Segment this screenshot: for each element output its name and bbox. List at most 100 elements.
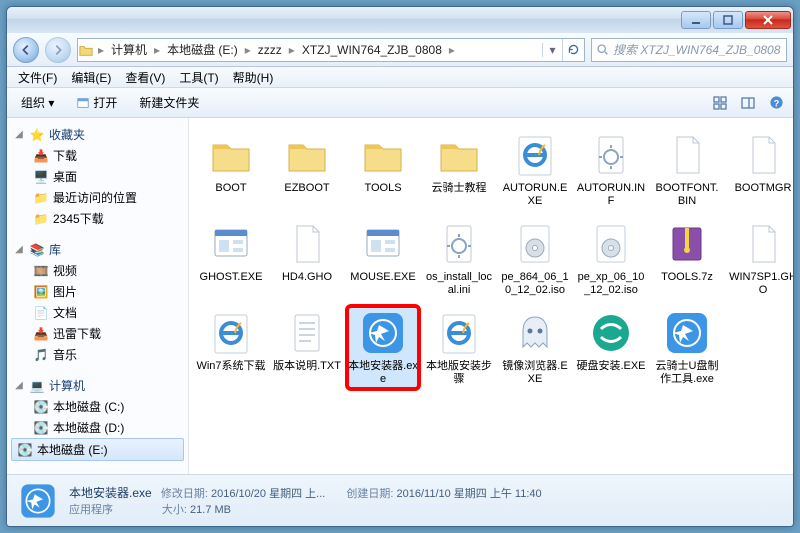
file-item[interactable]: WIN7SP1.GHO	[727, 217, 793, 300]
file-label: 本地版安装步骤	[424, 360, 494, 386]
crumb-drive[interactable]: 本地磁盘 (E:)	[164, 41, 241, 58]
file-label: os_install_local.ini	[424, 271, 494, 297]
file-item[interactable]: pe_864_06_10_12_02.iso	[499, 217, 571, 300]
sidebar-item-desktop[interactable]: 🖥️桌面	[11, 166, 184, 187]
refresh-button[interactable]	[562, 39, 584, 61]
sidebar-favorites[interactable]: ◢⭐收藏夹	[11, 124, 184, 145]
breadcrumb[interactable]: ▸ 计算机▸ 本地磁盘 (E:)▸ zzzz▸ XTZJ_WIN764_ZJB_…	[77, 38, 585, 62]
file-item[interactable]: 云骑士教程	[423, 128, 495, 211]
file-label: AUTORUN.INF	[576, 182, 646, 208]
sidebar-item-downloads[interactable]: 📥下载	[11, 145, 184, 166]
file-item[interactable]: TOOLS.7z	[651, 217, 723, 300]
organize-button[interactable]: 组织 ▾	[13, 91, 62, 114]
file-icon	[739, 131, 787, 179]
explorer-window: ▸ 计算机▸ 本地磁盘 (E:)▸ zzzz▸ XTZJ_WIN764_ZJB_…	[6, 6, 794, 527]
folder-icon	[283, 131, 331, 179]
crumb-computer[interactable]: 计算机	[108, 41, 150, 58]
file-label: pe_864_06_10_12_02.iso	[500, 271, 570, 297]
exe-teal-icon	[587, 309, 635, 357]
file-label: MOUSE.EXE	[350, 271, 415, 284]
sidebar-libraries[interactable]: ◢📚库	[11, 239, 184, 260]
sidebar-computer[interactable]: ◢💻计算机	[11, 375, 184, 396]
file-item[interactable]: MOUSE.EXE	[347, 217, 419, 300]
menu-file[interactable]: 文件(F)	[11, 67, 64, 88]
file-item[interactable]: TOOLS	[347, 128, 419, 211]
nav-back-button[interactable]	[13, 37, 39, 63]
sidebar-drive-e[interactable]: 💽本地磁盘 (E:)	[11, 438, 184, 461]
file-item[interactable]: AUTORUN.EXE	[499, 128, 571, 211]
file-label: TOOLS	[364, 182, 401, 195]
exe-knight-icon	[663, 309, 711, 357]
ini-icon	[435, 220, 483, 268]
file-item[interactable]: 版本说明.TXT	[271, 306, 343, 389]
file-item[interactable]: 镜像浏览器.EXE	[499, 306, 571, 389]
preview-pane-button[interactable]	[737, 92, 759, 114]
file-item[interactable]: 本地安装器.exe	[347, 306, 419, 389]
crumb-folder1[interactable]: zzzz	[255, 43, 285, 57]
file-item[interactable]: 云骑士U盘制作工具.exe	[651, 306, 723, 389]
txt-icon	[283, 309, 331, 357]
drive-icon: 💽	[17, 442, 33, 458]
file-label: 硬盘安装.EXE	[576, 360, 645, 373]
menu-help[interactable]: 帮助(H)	[226, 67, 281, 88]
file-item[interactable]: AUTORUN.INF	[575, 128, 647, 211]
view-mode-button[interactable]	[709, 92, 731, 114]
file-list[interactable]: BOOTEZBOOT TOOLS 云骑士教程AUTORUN.EXEAUTORUN.I…	[189, 118, 793, 474]
file-item[interactable]: BOOTMGR	[727, 128, 793, 211]
file-item[interactable]: Win7系统下载	[195, 306, 267, 389]
sidebar-drive-c[interactable]: 💽本地磁盘 (C:)	[11, 396, 184, 417]
iso-icon	[511, 220, 559, 268]
menu-tools[interactable]: 工具(T)	[172, 67, 225, 88]
file-item[interactable]: BOOTFONT.BIN	[651, 128, 723, 211]
sidebar-item-pictures[interactable]: 🖼️图片	[11, 281, 184, 302]
file-label: 云骑士U盘制作工具.exe	[652, 360, 722, 386]
sidebar-item-2345[interactable]: 📁2345下载	[11, 208, 184, 229]
help-button[interactable]: ?	[765, 92, 787, 114]
menu-edit[interactable]: 编辑(E)	[64, 67, 118, 88]
nav-forward-button[interactable]	[45, 37, 71, 63]
close-button[interactable]	[745, 11, 791, 29]
sidebar-item-recent[interactable]: 📁最近访问的位置	[11, 187, 184, 208]
file-item[interactable]: os_install_local.ini	[423, 217, 495, 300]
file-item[interactable]: 本地版安装步骤	[423, 306, 495, 389]
library-icon: 📚	[29, 242, 45, 258]
file-label: pe_xp_06_10_12_02.iso	[576, 271, 646, 297]
drive-icon: 💽	[33, 399, 49, 415]
file-icon	[739, 220, 787, 268]
sidebar-item-music[interactable]: 🎵音乐	[11, 344, 184, 365]
sidebar-drive-d[interactable]: 💽本地磁盘 (D:)	[11, 417, 184, 438]
sidebar-item-thunder[interactable]: 📥迅雷下载	[11, 323, 184, 344]
computer-icon: 💻	[29, 378, 45, 394]
breadcrumb-dropdown[interactable]: ▾	[542, 43, 562, 57]
file-item[interactable]: 硬盘安装.EXE	[575, 306, 647, 389]
minimize-button[interactable]	[681, 11, 711, 29]
sidebar-item-videos[interactable]: 🎞️视频	[11, 260, 184, 281]
file-label: 本地安装器.exe	[348, 360, 418, 386]
file-icon	[663, 131, 711, 179]
maximize-button[interactable]	[713, 11, 743, 29]
menu-view[interactable]: 查看(V)	[118, 67, 172, 88]
details-pane: 本地安装器.exe 修改日期: 2016/10/20 星期四 上... 创建日期…	[7, 474, 793, 526]
sidebar-item-documents[interactable]: 📄文档	[11, 302, 184, 323]
file-label: AUTORUN.EXE	[500, 182, 570, 208]
search-input[interactable]: 搜索 XTZJ_WIN764_ZJB_0808	[591, 38, 787, 62]
file-item[interactable]: HD4.GHO	[271, 217, 343, 300]
detail-filename: 本地安装器.exe	[69, 486, 152, 500]
file-item[interactable]: EZBOOT	[271, 128, 343, 211]
file-item[interactable]: BOOT	[195, 128, 267, 211]
crumb-folder2[interactable]: XTZJ_WIN764_ZJB_0808	[299, 43, 445, 57]
open-button[interactable]: 打开	[68, 91, 125, 114]
file-label: 镜像浏览器.EXE	[500, 360, 570, 386]
url-ie-icon	[435, 309, 483, 357]
new-folder-button[interactable]: 新建文件夹	[131, 91, 207, 114]
folder-icon	[359, 131, 407, 179]
file-label: Win7系统下载	[196, 360, 265, 373]
search-placeholder: 搜索 XTZJ_WIN764_ZJB_0808	[613, 41, 780, 58]
file-label: 版本说明.TXT	[273, 360, 341, 373]
detail-icon	[17, 480, 59, 522]
navbar: ▸ 计算机▸ 本地磁盘 (E:)▸ zzzz▸ XTZJ_WIN764_ZJB_…	[7, 33, 793, 67]
file-item[interactable]: pe_xp_06_10_12_02.iso	[575, 217, 647, 300]
detail-size: 21.7 MB	[190, 504, 231, 516]
file-item[interactable]: GHOST.EXE	[195, 217, 267, 300]
sidebar[interactable]: ◢⭐收藏夹 📥下载 🖥️桌面 📁最近访问的位置 📁2345下载 ◢📚库 🎞️视频…	[7, 118, 189, 474]
